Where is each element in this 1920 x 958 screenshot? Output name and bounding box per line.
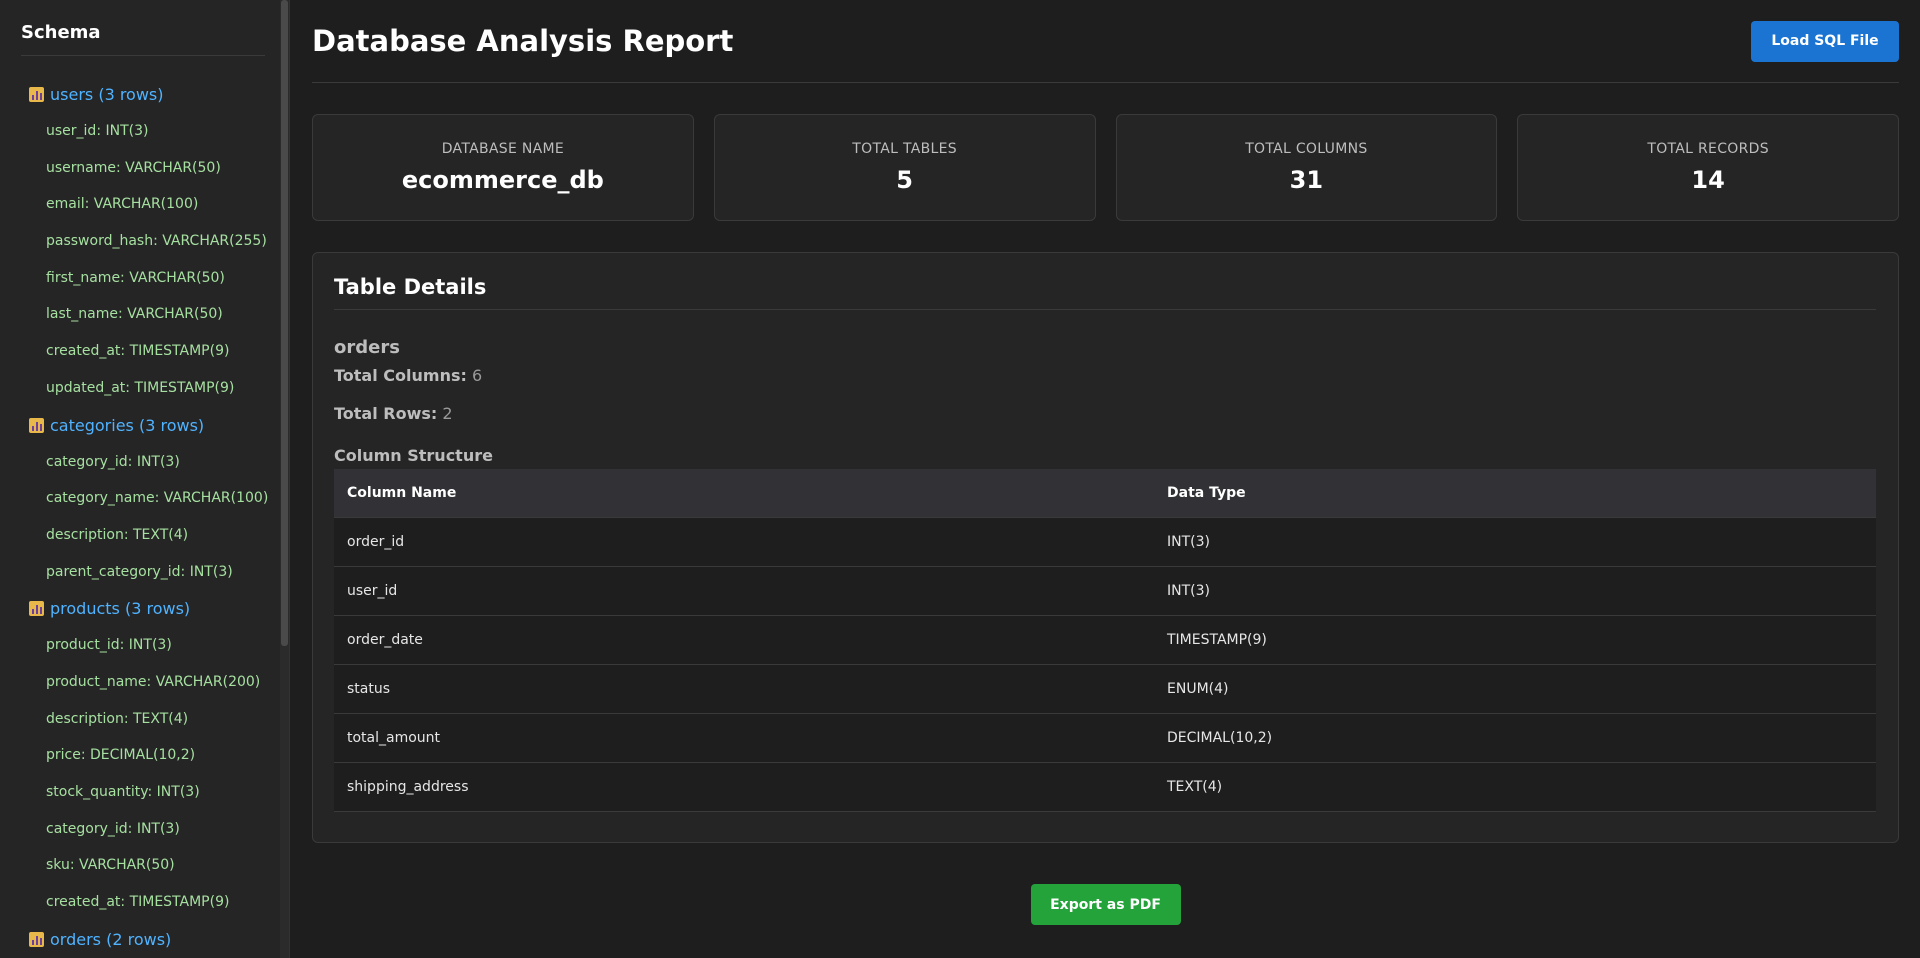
schema-column-item: updated_at: TIMESTAMP(9) xyxy=(46,379,235,396)
sidebar-title: Schema xyxy=(21,22,265,56)
schema-table-label: products (3 rows) xyxy=(50,599,191,619)
stat-card-total-tables: TOTAL TABLES 5 xyxy=(713,114,1096,221)
stat-card-total-records: TOTAL RECORDS 14 xyxy=(1517,114,1899,221)
column-name-cell: total_amount xyxy=(334,712,1154,762)
page-header: Database Analysis Report Load SQL File xyxy=(312,0,1899,83)
table-row: order_id INT(3) xyxy=(334,516,1876,566)
total-rows-value: 2 xyxy=(442,404,453,423)
schema-column-item: last_name: VARCHAR(50) xyxy=(46,306,223,323)
stat-card-total-columns: TOTAL COLUMNS 31 xyxy=(1115,114,1498,221)
stat-label: TOTAL COLUMNS xyxy=(1245,141,1368,157)
column-structure-title: Column Structure xyxy=(334,446,493,465)
stat-value: 31 xyxy=(1289,166,1324,194)
app-root: Schema users (3 rows) user_id: INT(3) user… xyxy=(0,0,1920,958)
schema-table-label: orders (2 rows) xyxy=(50,929,172,949)
data-type-cell: TEXT(4) xyxy=(1154,761,1876,812)
total-rows-label: Total Rows: xyxy=(334,404,438,423)
stat-value: 5 xyxy=(896,166,913,194)
data-type-header: Data Type xyxy=(1167,484,1246,501)
stat-value: 14 xyxy=(1691,166,1725,194)
page-title: Database Analysis Report xyxy=(312,24,734,58)
schema-column-item: username: VARCHAR(50) xyxy=(46,159,221,176)
stat-label: TOTAL RECORDS xyxy=(1647,141,1769,157)
schema-column-item: created_at: TIMESTAMP(9) xyxy=(46,343,230,360)
schema-table-group: orders (2 rows) xyxy=(21,921,265,958)
schema-column-item: created_at: TIMESTAMP(9) xyxy=(46,894,230,911)
schema-column-item: category_id: INT(3) xyxy=(46,453,180,470)
sidebar-scrollbar-thumb[interactable] xyxy=(281,0,288,646)
schema-table-header[interactable]: orders (2 rows) xyxy=(21,921,265,958)
table-details-title: Table Details xyxy=(334,275,1876,310)
export-area: Export as PDF xyxy=(312,884,1899,925)
table-head: Column Name Data Type xyxy=(334,469,1876,517)
stat-label: DATABASE NAME xyxy=(441,141,565,157)
stat-value: ecommerce_db xyxy=(401,166,604,194)
table-body: order_id INT(3) user_id INT(3) order_date TIM… xyxy=(334,516,1876,812)
column-name-cell: status xyxy=(334,663,1154,713)
total-columns-value: 6 xyxy=(471,366,483,385)
schema-table-group: users (3 rows) user_id: INT(3) username: V… xyxy=(21,76,267,407)
data-type-cell: DECIMAL(10,2) xyxy=(1154,712,1876,762)
bar-chart-icon xyxy=(29,87,44,102)
schema-column-item: description: TEXT(4) xyxy=(46,526,189,543)
stat-label: TOTAL TABLES xyxy=(852,141,957,157)
schema-table-group: products (3 rows) product_id: INT(3) produ… xyxy=(21,590,265,921)
table-row: status ENUM(4) xyxy=(334,663,1876,713)
column-name-cell: user_id xyxy=(334,565,1154,615)
data-type-cell: TIMESTAMP(9) xyxy=(1154,614,1876,664)
main-content: Database Analysis Report Load SQL File D… xyxy=(290,0,1920,958)
bar-chart-icon xyxy=(29,417,44,433)
schema-sidebar: Schema users (3 rows) user_id: INT(3) user… xyxy=(0,0,290,958)
table-details-panel: Table Details orders Total Columns: 6 To… xyxy=(312,252,1899,843)
schema-table-group: categories (3 rows) category_id: INT(3) ca… xyxy=(21,407,269,591)
schema-column-item: sku: VARCHAR(50) xyxy=(46,857,175,874)
load-sql-file-button[interactable]: Load SQL File xyxy=(1751,20,1899,62)
table-row: order_date TIMESTAMP(9) xyxy=(334,614,1876,664)
data-type-cell: INT(3) xyxy=(1154,565,1876,615)
stat-card-database-name: DATABASE NAME ecommerce_db xyxy=(312,114,694,221)
table-header-row: Column Name Data Type xyxy=(334,469,1876,517)
total-columns-label: Total Columns: xyxy=(334,366,467,385)
schema-column-item: parent_category_id: INT(3) xyxy=(46,563,233,580)
schema-table-header[interactable]: categories (3 rows) xyxy=(21,407,265,444)
export-pdf-button[interactable]: Export as PDF xyxy=(1030,884,1181,925)
schema-column-item: product_id: INT(3) xyxy=(46,637,172,654)
schema-list: users (3 rows) user_id: INT(3) username: V… xyxy=(21,76,269,958)
schema-column-item: email: VARCHAR(100) xyxy=(46,196,199,213)
schema-table-label: categories (3 rows) xyxy=(50,415,205,435)
schema-table-header[interactable]: products (3 rows) xyxy=(21,590,265,627)
schema-column-item: category_id: INT(3) xyxy=(46,820,180,837)
total-columns-line: Total Columns: 6 xyxy=(334,363,1876,388)
schema-column-item: category_name: VARCHAR(100) xyxy=(46,490,269,507)
schema-column-item: password_hash: VARCHAR(255) xyxy=(46,233,267,250)
data-type-cell: INT(3) xyxy=(1154,516,1876,566)
schema-column-item: product_name: VARCHAR(200) xyxy=(46,673,261,690)
schema-column-item: description: TEXT(4) xyxy=(46,710,189,727)
data-type-cell: ENUM(4) xyxy=(1154,663,1876,713)
schema-column-item: first_name: VARCHAR(50) xyxy=(46,269,225,286)
bar-chart-icon xyxy=(29,931,44,947)
stats-row: DATABASE NAME ecommerce_db TOTAL TABLES … xyxy=(312,114,1899,221)
column-name-cell: order_date xyxy=(334,614,1154,664)
column-name-header: Column Name xyxy=(347,484,457,501)
schema-column-item: user_id: INT(3) xyxy=(46,123,149,139)
selected-table-name: orders xyxy=(334,337,400,358)
column-structure-table: Column Name Data Type order_id INT(3) user… xyxy=(334,469,1876,812)
sidebar-scrollbar[interactable] xyxy=(280,0,289,958)
sidebar-content: Schema users (3 rows) user_id: INT(3) user… xyxy=(0,0,289,958)
schema-table-label: users (3 rows) xyxy=(50,85,164,104)
bar-chart-icon xyxy=(29,601,44,617)
table-row: shipping_address TEXT(4) xyxy=(334,761,1876,812)
table-row: user_id INT(3) xyxy=(334,565,1876,615)
column-name-cell: shipping_address xyxy=(334,761,1154,812)
schema-column-item: stock_quantity: INT(3) xyxy=(46,784,200,800)
schema-column-item: price: DECIMAL(10,2) xyxy=(46,747,196,764)
column-name-cell: order_id xyxy=(334,516,1154,566)
table-row: total_amount DECIMAL(10,2) xyxy=(334,712,1876,762)
total-rows-line: Total Rows: 2 xyxy=(334,401,1876,426)
schema-table-header[interactable]: users (3 rows) xyxy=(21,76,265,113)
